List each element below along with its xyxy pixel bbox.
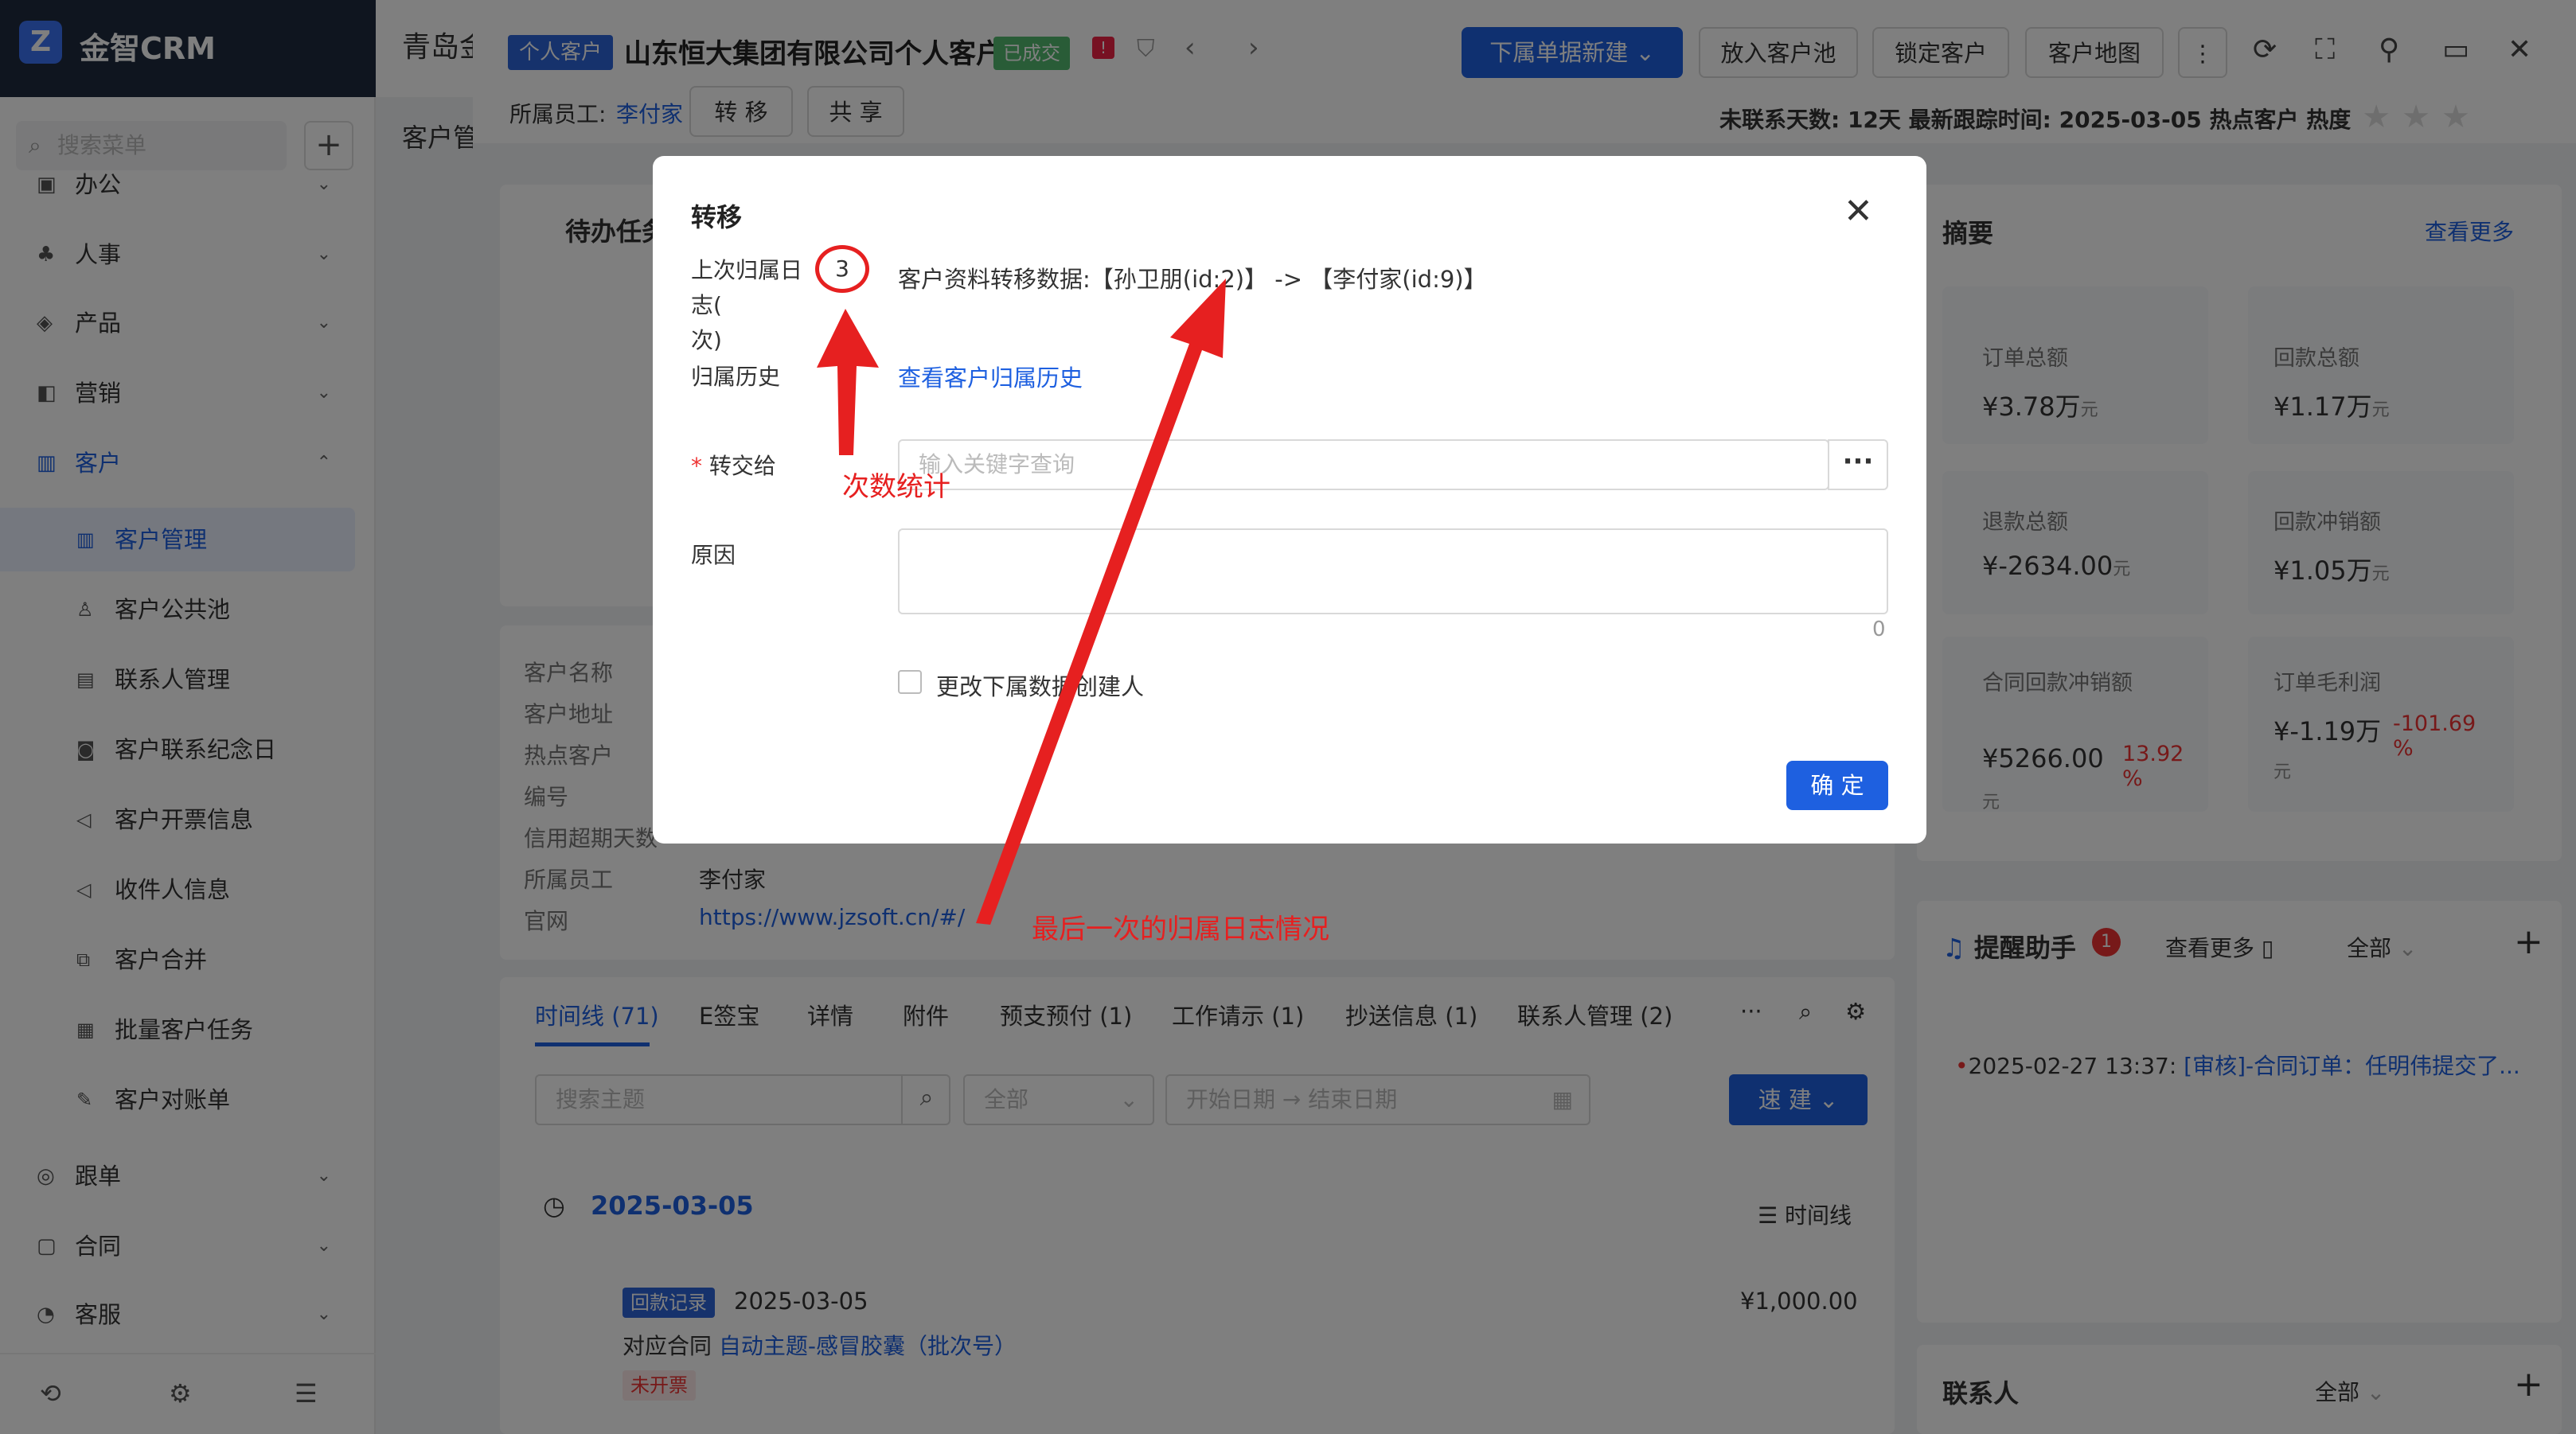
- reason-textarea[interactable]: [898, 528, 1888, 614]
- change-creator-label: 更改下属数据创建人: [936, 673, 1145, 700]
- annotation-count-stat: 次数统计: [842, 471, 950, 503]
- reason-char-count: 0: [1872, 618, 1886, 641]
- change-creator-checkbox[interactable]: [898, 670, 922, 694]
- close-icon[interactable]: ✕: [1844, 191, 1873, 232]
- confirm-button[interactable]: 确 定: [1786, 761, 1888, 810]
- view-history-link[interactable]: 查看客户归属历史: [898, 360, 1083, 393]
- modal-title: 转移: [691, 202, 743, 232]
- last-log-label: 上次归属日志(次): [691, 257, 803, 353]
- more-options-icon[interactable]: ···: [1828, 439, 1888, 490]
- log-count-highlight: 3: [815, 245, 869, 293]
- transfer-to-input[interactable]: 输入关键字查询: [898, 439, 1829, 490]
- transfer-to-label: * 转交给: [691, 453, 776, 479]
- annotation-last-log: 最后一次的归属日志情况: [1032, 914, 1329, 945]
- history-label: 归属历史: [691, 364, 781, 390]
- transfer-log-text: 客户资料转移数据:【孙卫朋(id:2)】 -> 【李付家(id:9)】: [898, 266, 1487, 293]
- reason-label: 原因: [691, 542, 736, 568]
